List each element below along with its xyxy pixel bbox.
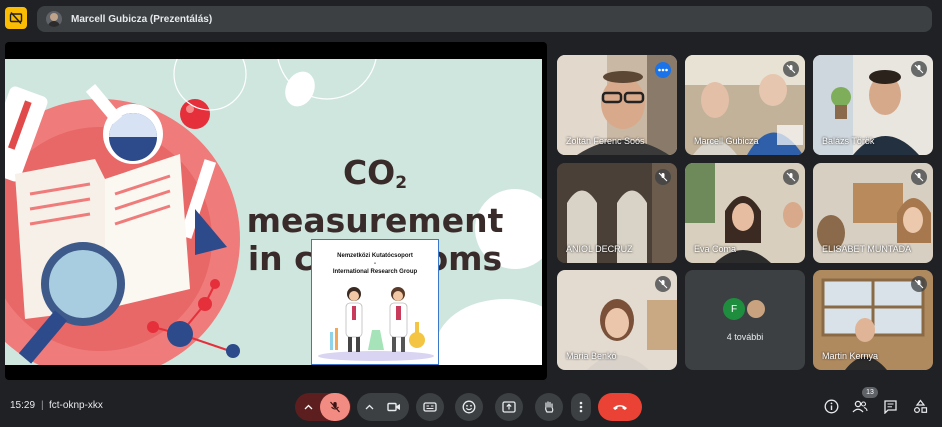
- meeting-code: fct-oknp-xkx: [49, 400, 103, 411]
- more-participants-label: 4 további: [726, 332, 764, 342]
- more-options-button[interactable]: [571, 393, 591, 421]
- participant-name: Balázs Török: [822, 136, 875, 146]
- participant-name: Maria Benkó: [566, 351, 617, 361]
- participant-name: Martin Kernya: [822, 351, 879, 361]
- mic-off-icon: [655, 276, 671, 292]
- participant-name: Zoltán Ferenc Soós: [566, 136, 645, 146]
- title-measurement: measurement: [246, 201, 504, 240]
- mic-off-icon: [911, 276, 927, 292]
- participant-tile[interactable]: Zoltán Ferenc Soós: [557, 55, 677, 155]
- meeting-time: 15:29: [10, 400, 36, 411]
- more-vert-icon: [579, 401, 583, 413]
- slide-title-line1: CO2 measurement: [230, 154, 520, 240]
- leave-call-button[interactable]: [598, 393, 642, 421]
- more-participants-tile[interactable]: F 4 további: [685, 270, 805, 370]
- captions-button[interactable]: [416, 393, 444, 421]
- participant-tile[interactable]: ANIOL DECRUZ: [557, 163, 677, 263]
- slide: CO2 measurement in classrooms Nemzetközi…: [5, 59, 542, 365]
- chat-button[interactable]: [881, 397, 899, 415]
- hang-up-icon: [613, 405, 627, 410]
- raise-hand-button[interactable]: [535, 393, 563, 421]
- camera-control-group: [357, 393, 409, 421]
- participant-name: ANIOL DECRUZ: [566, 244, 633, 254]
- mic-off-icon: [655, 169, 671, 185]
- participant-photo-avatar: [745, 298, 767, 320]
- people-button[interactable]: [851, 397, 869, 415]
- activities-icon: [913, 399, 927, 413]
- stop-presenting-icon: [9, 12, 23, 24]
- presenter-banner[interactable]: Marcell Gubicza (Prezentálás): [37, 6, 932, 32]
- org-card: Nemzetközi Kutatócsoport - International…: [311, 239, 439, 365]
- participant-tile[interactable]: Marcell Gubicza: [685, 55, 805, 155]
- title-co: CO: [342, 153, 396, 192]
- org-dash: -: [374, 261, 376, 267]
- present-screen-button[interactable]: [495, 393, 523, 421]
- presenter-avatar: [46, 11, 62, 27]
- mic-toggle-button[interactable]: [320, 393, 350, 421]
- present-screen-icon: [502, 401, 516, 413]
- separator: |: [41, 400, 44, 411]
- mic-off-icon: [330, 401, 340, 413]
- participant-name: Eva Coma: [694, 244, 737, 254]
- participant-name: ELISABET MUNTADA: [822, 244, 912, 254]
- emoji-icon: [462, 400, 476, 414]
- meet-window: Marcell Gubicza (Prezentálás) CO2 measur…: [0, 0, 942, 427]
- presentation-badge[interactable]: [5, 7, 27, 29]
- more-options-icon[interactable]: [655, 62, 671, 78]
- org-name-hu: Nemzetközi Kutatócsoport: [337, 253, 413, 259]
- hand-icon: [545, 401, 554, 413]
- activities-button[interactable]: [911, 397, 929, 415]
- participant-tile[interactable]: Maria Benkó: [557, 270, 677, 370]
- scientists-illustration: [318, 287, 434, 361]
- participant-tile[interactable]: Eva Coma: [685, 163, 805, 263]
- people-icon: [852, 400, 868, 412]
- participant-tile[interactable]: Martin Kernya: [813, 270, 933, 370]
- chat-icon: [883, 399, 897, 414]
- presenter-label: Marcell Gubicza (Prezentálás): [71, 13, 213, 25]
- mic-off-icon: [783, 61, 799, 77]
- participant-name: Marcell Gubicza: [694, 136, 759, 146]
- closed-captions-icon: [423, 402, 437, 412]
- video-camera-icon: [387, 402, 400, 412]
- reactions-button[interactable]: [455, 393, 483, 421]
- org-name-en: International Research Group: [332, 269, 418, 275]
- bottom-bar: 15:29 | fct-oknp-xkx: [0, 386, 942, 427]
- participant-initial-avatar: F: [723, 298, 745, 320]
- participant-tile[interactable]: Balázs Török: [813, 55, 933, 155]
- title-subscript: 2: [395, 173, 408, 193]
- presentation-stage[interactable]: CO2 measurement in classrooms Nemzetközi…: [5, 42, 547, 380]
- participant-tile[interactable]: ELISABET MUNTADA: [813, 163, 933, 263]
- info-icon: [824, 399, 838, 413]
- camera-toggle-button[interactable]: [380, 402, 408, 412]
- mic-off-icon: [911, 169, 927, 185]
- participant-count-badge: 13: [862, 387, 878, 398]
- meeting-details-button[interactable]: [822, 397, 840, 415]
- audio-options-chevron-icon[interactable]: [296, 404, 320, 410]
- video-options-chevron-icon[interactable]: [358, 404, 380, 410]
- top-bar: Marcell Gubicza (Prezentálás): [0, 0, 942, 40]
- mic-off-icon: [783, 169, 799, 185]
- mic-control-group: [295, 393, 351, 421]
- mic-off-icon: [911, 61, 927, 77]
